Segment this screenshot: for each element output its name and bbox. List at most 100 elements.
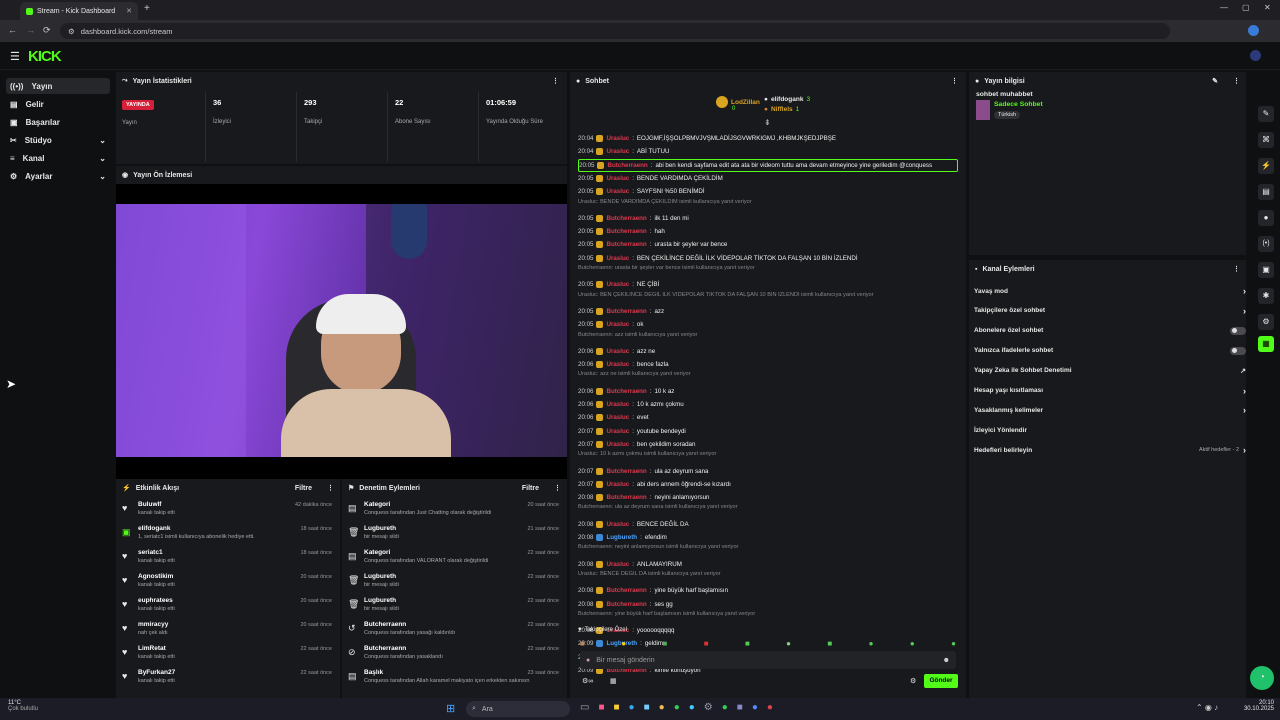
chat-username[interactable]: Butcherraenn bbox=[607, 162, 647, 169]
edit-icon[interactable]: ✎ bbox=[1212, 77, 1218, 85]
chat-message[interactable]: 20:05 Butcherraenn: hah bbox=[578, 225, 958, 238]
stream-preview-video[interactable] bbox=[116, 204, 567, 457]
user-avatar[interactable] bbox=[1250, 50, 1261, 61]
moderation-title[interactable]: Butcherraenn bbox=[364, 621, 406, 628]
more-icon[interactable]: ⋮ bbox=[552, 77, 559, 85]
moderation-title[interactable]: Kategori bbox=[364, 501, 390, 508]
emote-icon[interactable]: ■ bbox=[704, 639, 709, 648]
rail-doc-icon[interactable]: ▤ bbox=[1258, 184, 1274, 200]
chat-username[interactable]: Urasluc bbox=[606, 521, 629, 528]
moderation-title[interactable]: Başlık bbox=[364, 669, 383, 676]
mod-tools-icon[interactable]: ⚙∞ bbox=[582, 677, 593, 685]
moderation-title[interactable]: Kategori bbox=[364, 549, 390, 556]
activity-username[interactable]: euphratees bbox=[138, 597, 173, 604]
profile-avatar[interactable] bbox=[1248, 25, 1259, 36]
minimize-icon[interactable]: — bbox=[1220, 3, 1228, 12]
top-gifter-3[interactable]: ● Nifflels 1 bbox=[764, 106, 799, 113]
chat-username[interactable]: Butcherraenn bbox=[606, 388, 646, 395]
site-info-icon[interactable]: ⚙ bbox=[68, 27, 75, 36]
channel-action-item[interactable]: Yavaş mod › bbox=[974, 284, 1246, 298]
chrome-profile-icon[interactable]: ● bbox=[689, 702, 695, 713]
channel-action-item[interactable]: Takipçilere özel sohbet › bbox=[974, 304, 1246, 318]
microphone-icon[interactable]: ● bbox=[586, 657, 590, 664]
chat-username[interactable]: Urasluc bbox=[606, 135, 629, 142]
help-chat-icon[interactable]: ◔ bbox=[1250, 666, 1274, 690]
channel-action-item[interactable]: Yasaklanmış kelimeler › bbox=[974, 403, 1246, 417]
chat-message[interactable]: 20:08 Urasluc: ANLAMAYIRUM bbox=[578, 558, 958, 571]
url-field[interactable]: ⚙ dashboard.kick.com/stream bbox=[60, 23, 1170, 39]
emote-icon[interactable]: ● bbox=[910, 639, 915, 648]
app-icon[interactable]: ■ bbox=[737, 702, 743, 713]
chat-message[interactable]: 20:07 Urasluc: abi ders annem öğrendi-se k… bbox=[578, 478, 958, 491]
category-name[interactable]: Sadece Sohbet bbox=[994, 101, 1043, 108]
system-tray-icons[interactable]: ⌃ ◉ ♪ bbox=[1196, 703, 1218, 712]
chat-message[interactable]: 20:07 Urasluc: youtube bendeydi bbox=[578, 425, 958, 438]
chat-username[interactable]: Butcherraenn bbox=[606, 241, 646, 248]
whatsapp-icon[interactable]: ● bbox=[674, 702, 680, 713]
chat-message[interactable]: 20:06 Urasluc: azz ne bbox=[578, 345, 958, 358]
channel-action-item[interactable]: Abonelere özel sohbet bbox=[974, 324, 1246, 338]
app-red-icon[interactable]: ● bbox=[767, 702, 773, 713]
chat-message[interactable]: 20:05 Butcherraenn: azz bbox=[578, 305, 958, 318]
emote-icon[interactable]: ● bbox=[869, 639, 874, 648]
chat-input[interactable]: ● Bir mesaj gönderin ☻ bbox=[580, 651, 956, 669]
more-icon[interactable]: ⋮ bbox=[1233, 77, 1240, 85]
taskbar-clock[interactable]: 20:10 30.10.2025 bbox=[1238, 700, 1274, 712]
channel-action-control[interactable]: › bbox=[1243, 306, 1246, 316]
sidebar-item-kanal[interactable]: ≡ Kanal ⌄ bbox=[6, 150, 110, 166]
store-icon[interactable]: ■ bbox=[644, 702, 650, 713]
channel-action-control[interactable]: Aktif hedefler - 2 › bbox=[1199, 445, 1246, 455]
chat-message[interactable]: 20:06 Urasluc:10 k azmı çokmu bbox=[578, 398, 958, 411]
chat-message[interactable]: 20:08 Urasluc: yoooooqqqqq bbox=[578, 624, 958, 637]
chat-message[interactable]: 20:07 Butcherraenn: ula az deyrum sana bbox=[578, 465, 958, 478]
chat-username[interactable]: Butcherraenn bbox=[606, 468, 646, 475]
edge-icon[interactable]: ● bbox=[629, 702, 635, 713]
more-icon[interactable]: ⋮ bbox=[554, 484, 561, 492]
rail-broadcast-icon[interactable]: (•) bbox=[1258, 236, 1274, 252]
weather-widget[interactable]: 11°C Çok bulutlu bbox=[8, 700, 38, 712]
chat-message[interactable]: 20:05 Urasluc: NE ÇİBİ bbox=[578, 278, 958, 291]
chat-username[interactable]: Urasluc bbox=[606, 361, 629, 368]
photos-icon[interactable]: ■ bbox=[598, 702, 604, 713]
pin-icon[interactable]: ⇟ bbox=[764, 118, 771, 127]
emote-icon[interactable]: ● bbox=[621, 639, 626, 648]
emote-icon[interactable]: ■ bbox=[745, 639, 750, 648]
chrome-icon[interactable]: ● bbox=[659, 702, 665, 713]
task-view-icon[interactable]: ▭ bbox=[580, 702, 589, 713]
close-window-icon[interactable]: ✕ bbox=[1264, 3, 1271, 12]
chat-message[interactable]: 20:06 Butcherraenn:10 k az bbox=[578, 385, 958, 398]
chat-message[interactable]: 20:08 Urasluc: BENCE DEĞİL DA bbox=[578, 518, 958, 531]
chat-username[interactable]: Urasluc bbox=[606, 321, 629, 328]
channel-action-control[interactable] bbox=[1230, 346, 1246, 355]
chat-message[interactable]: 20:05 Urasluc: ok bbox=[578, 318, 958, 331]
moderation-title[interactable]: Lugbureth bbox=[364, 525, 396, 532]
chat-message[interactable]: 20:04 Urasluc: EOJGMF,İŞŞOLPBMVJVŞMLADİJSG… bbox=[578, 132, 958, 145]
emote-icon[interactable]: ● bbox=[951, 639, 956, 648]
toggle-switch[interactable] bbox=[1230, 326, 1246, 335]
chat-message[interactable]: 20:08 Butcherraenn: ses gg bbox=[578, 598, 958, 611]
channel-action-control[interactable]: › bbox=[1243, 405, 1246, 415]
chat-message[interactable]: 20:05 Urasluc: BEN ÇEKİLİNCE DEĞİL İLK VİD… bbox=[578, 252, 958, 265]
settings-icon[interactable]: ⚙ bbox=[910, 677, 916, 685]
chat-username[interactable]: Butcherraenn bbox=[606, 228, 646, 235]
more-icon[interactable]: ⋮ bbox=[1233, 265, 1240, 273]
reload-icon[interactable]: ⟳ bbox=[43, 25, 51, 36]
new-tab-icon[interactable]: + bbox=[144, 3, 150, 14]
more-icon[interactable]: ⋮ bbox=[327, 484, 334, 492]
chat-username[interactable]: Urasluc bbox=[606, 441, 629, 448]
rail-wrench-icon[interactable]: ✱ bbox=[1258, 288, 1274, 304]
chat-message[interactable]: 20:05 Butcherraenn: abi ben kendi sayfama … bbox=[578, 158, 958, 172]
chat-username[interactable]: Urasluc bbox=[606, 281, 629, 288]
rail-chat-icon[interactable]: ● bbox=[1258, 210, 1274, 226]
chat-username[interactable]: Urasluc bbox=[606, 561, 629, 568]
channel-action-control[interactable]: › bbox=[1243, 286, 1246, 296]
kick-logo[interactable]: KICK bbox=[28, 48, 62, 65]
emote-icon[interactable]: ■ bbox=[580, 639, 585, 648]
emote-icon[interactable]: ■ bbox=[827, 639, 832, 648]
chat-message[interactable]: 20:04 Urasluc: ABİ TUTUU bbox=[578, 145, 958, 158]
emote-icon[interactable]: ■ bbox=[662, 639, 667, 648]
moderation-title[interactable]: Butcherraenn bbox=[364, 645, 406, 652]
chat-username[interactable]: Lugbureth bbox=[606, 534, 637, 541]
channel-action-item[interactable]: Hesap yaşı kısıtlaması › bbox=[974, 384, 1246, 398]
chat-username[interactable]: Urasluc bbox=[606, 188, 629, 195]
